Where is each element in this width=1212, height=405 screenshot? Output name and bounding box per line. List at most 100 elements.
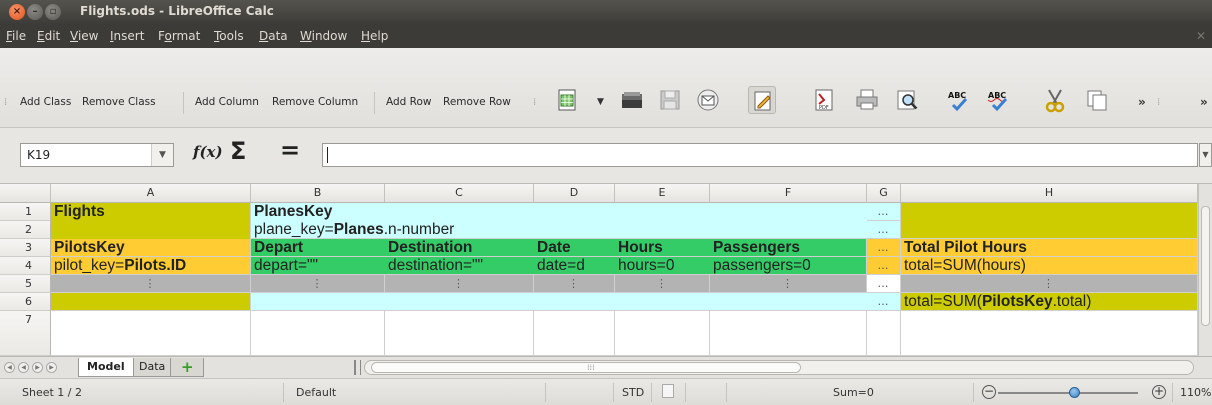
cell-g7[interactable]	[867, 311, 901, 356]
new-dropdown-icon[interactable]: ▼	[597, 97, 604, 107]
zoom-slider-knob[interactable]	[1069, 387, 1080, 398]
menu-data[interactable]: Data	[259, 29, 288, 43]
cell-d7[interactable]	[534, 311, 615, 356]
cell-e5[interactable]: ⋮	[615, 275, 710, 293]
name-box-dropdown-icon[interactable]: ▼	[151, 144, 173, 166]
row-header-5[interactable]: 5	[0, 275, 51, 293]
last-sheet-icon[interactable]: ▶	[46, 362, 57, 373]
page-style[interactable]: Default	[296, 386, 336, 399]
cell-b4[interactable]: depart=""	[251, 257, 385, 275]
cell-c3[interactable]: Destination	[385, 239, 534, 257]
column-header-g[interactable]: G	[867, 184, 901, 203]
column-header-e[interactable]: E	[615, 184, 710, 203]
toolbar-grip[interactable]: ⁞	[4, 97, 7, 108]
cell-f5[interactable]: ⋮	[710, 275, 867, 293]
add-row-button[interactable]: Add Row	[386, 96, 432, 108]
name-box[interactable]: K19 ▼	[20, 143, 174, 167]
cell-g3[interactable]: …	[867, 239, 901, 257]
pdf-icon[interactable]: PDF	[810, 86, 838, 114]
cell-d5[interactable]: ⋮	[534, 275, 615, 293]
toolbar-grip[interactable]: ⁞	[1157, 97, 1160, 108]
cell-h3[interactable]: Total Pilot Hours	[901, 239, 1198, 257]
previous-sheet-icon[interactable]: ◀	[18, 362, 29, 373]
spreadsheet-icon[interactable]	[553, 86, 581, 114]
tab-split-handle[interactable]	[354, 360, 361, 375]
cell-f4[interactable]: passengers=0	[710, 257, 867, 275]
cell-h6[interactable]: total=SUM(PilotsKey.total)	[901, 293, 1198, 311]
row-header-4[interactable]: 4	[0, 257, 51, 275]
function-button[interactable]: =	[280, 136, 300, 164]
print-icon[interactable]	[853, 86, 881, 114]
cell-e3[interactable]: Hours	[615, 239, 710, 257]
formula-expand-icon[interactable]: ▼	[1199, 143, 1212, 167]
autospellcheck-icon[interactable]: ABC	[985, 86, 1013, 114]
column-header-d[interactable]: D	[534, 184, 615, 203]
menu-close-icon[interactable]: ✕	[1196, 29, 1206, 43]
menu-format[interactable]: Format	[158, 29, 200, 43]
save-icon[interactable]	[656, 86, 684, 114]
row-header-3[interactable]: 3	[0, 239, 51, 257]
sum-display[interactable]: Sum=0	[833, 386, 874, 399]
cell-a7[interactable]	[51, 311, 251, 356]
toolbar-grip[interactable]: ⁞	[533, 97, 536, 108]
column-header-c[interactable]: C	[385, 184, 534, 203]
row-header-6[interactable]: 6	[0, 293, 51, 311]
next-sheet-icon[interactable]: ▶	[32, 362, 43, 373]
menu-tools[interactable]: Tools	[214, 29, 244, 43]
cell-a6[interactable]	[51, 293, 251, 311]
cell-h7[interactable]	[901, 311, 1198, 356]
first-sheet-icon[interactable]: ◀	[4, 362, 15, 373]
copy-icon[interactable]	[1083, 86, 1111, 114]
menu-edit[interactable]: Edit	[37, 29, 60, 43]
spellcheck-icon[interactable]: ABC	[945, 86, 973, 114]
function-wizard-button[interactable]: f(x)	[193, 143, 223, 161]
menu-window[interactable]: Window	[300, 29, 347, 43]
cell-a5[interactable]: ⋮	[51, 275, 251, 293]
cell-b2[interactable]: plane_key=Planes.n-number	[251, 221, 867, 239]
select-all-corner[interactable]	[0, 184, 51, 203]
remove-column-button[interactable]: Remove Column	[272, 96, 358, 108]
remove-class-button[interactable]: Remove Class	[82, 96, 156, 108]
menu-file[interactable]: File	[6, 29, 26, 43]
cell-d4[interactable]: date=d	[534, 257, 615, 275]
cell-b5[interactable]: ⋮	[251, 275, 385, 293]
cell-b7[interactable]	[251, 311, 385, 356]
sum-button[interactable]: Σ	[230, 137, 246, 165]
cell-f3[interactable]: Passengers	[710, 239, 867, 257]
cell-a4[interactable]: pilot_key=Pilots.ID	[51, 257, 251, 275]
column-header-b[interactable]: B	[251, 184, 385, 203]
cell-c4[interactable]: destination=""	[385, 257, 534, 275]
toolbar-overflow-button[interactable]: »	[1138, 95, 1146, 109]
menu-help[interactable]: Help	[361, 29, 388, 43]
toolbar-overflow-right-button[interactable]: »	[1200, 95, 1208, 109]
zoom-slider-track[interactable]	[998, 392, 1138, 394]
open-icon[interactable]	[618, 86, 646, 114]
edit-mode-icon[interactable]	[748, 86, 776, 114]
email-icon[interactable]	[694, 86, 722, 114]
horizontal-scroll-thumb[interactable]: ⁞⁞⁞	[371, 362, 801, 373]
zoom-in-icon[interactable]: +	[1152, 385, 1166, 399]
column-header-a[interactable]: A	[51, 184, 251, 203]
zoom-out-icon[interactable]: −	[982, 385, 996, 399]
cell-g4[interactable]: …	[867, 257, 901, 275]
row-header-2[interactable]: 2	[0, 221, 51, 239]
cell-a3[interactable]: PilotsKey	[51, 239, 251, 257]
add-sheet-button[interactable]: +	[170, 358, 204, 377]
sheet-tab-model[interactable]: Model	[78, 358, 134, 377]
cell-g6[interactable]: …	[867, 293, 901, 311]
menu-insert[interactable]: Insert	[110, 29, 144, 43]
add-column-button[interactable]: Add Column	[195, 96, 259, 108]
cell-g1[interactable]: …	[867, 203, 901, 221]
cell-c7[interactable]	[385, 311, 534, 356]
selection-mode[interactable]: STD	[622, 386, 644, 399]
cell-b1[interactable]: PlanesKey	[251, 203, 867, 221]
close-window-icon[interactable]: ×	[9, 4, 25, 20]
cell-a1[interactable]: Flights	[51, 203, 251, 239]
row-header-7[interactable]: 7	[0, 311, 51, 356]
cut-icon[interactable]	[1041, 86, 1069, 114]
cell-b6[interactable]	[251, 293, 867, 311]
column-header-h[interactable]: H	[901, 184, 1198, 203]
zoom-level[interactable]: 110%	[1180, 386, 1211, 399]
print-preview-icon[interactable]	[893, 86, 921, 114]
cell-h1[interactable]	[901, 203, 1198, 239]
